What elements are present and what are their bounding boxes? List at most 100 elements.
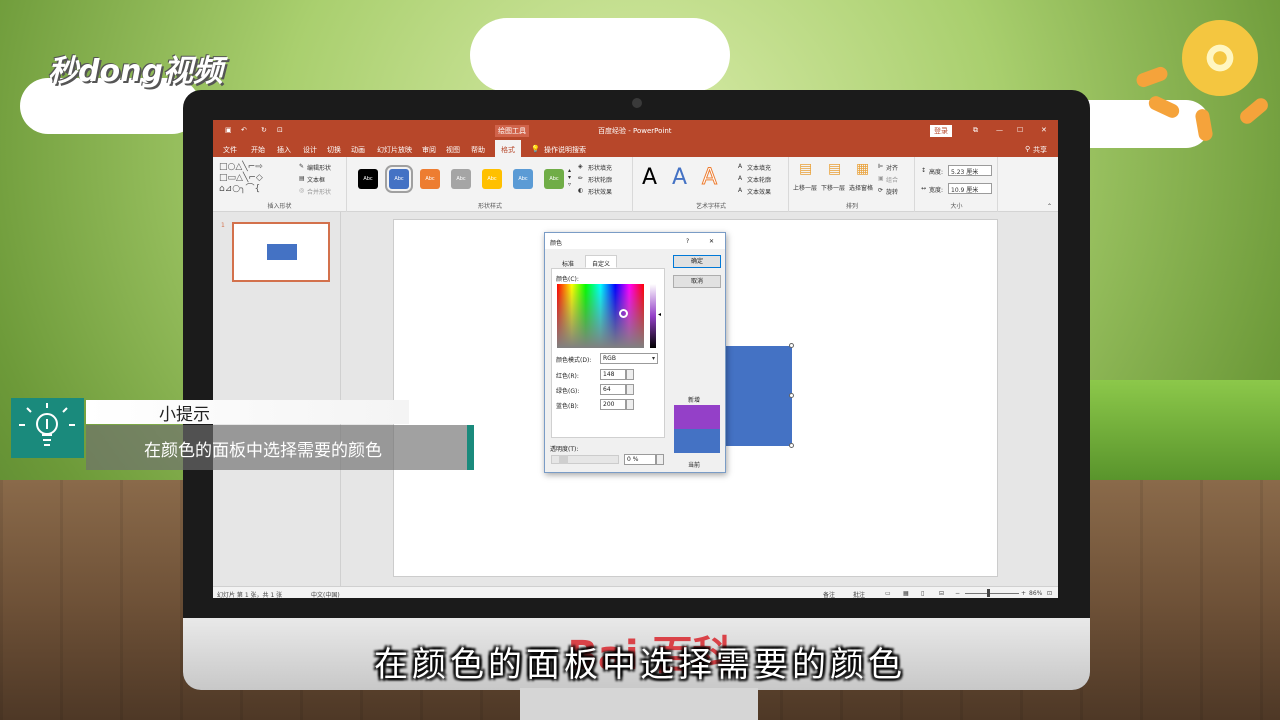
transparency-spinner[interactable] (656, 454, 664, 465)
zoom-slider[interactable] (965, 593, 1019, 594)
green-input[interactable]: 64 (600, 384, 626, 395)
merge-shapes-button[interactable]: 合并形状 (307, 187, 331, 196)
transparency-input[interactable]: 0 % (624, 454, 656, 465)
menu-animations[interactable]: 动画 (351, 145, 365, 155)
cloud-decoration (470, 18, 730, 92)
tab-standard[interactable]: 标准 (555, 255, 581, 268)
share-button[interactable]: 共享 (1033, 145, 1047, 155)
group-label: 插入形状 (267, 203, 292, 210)
shape-style-swatch[interactable]: Abc (420, 169, 440, 189)
sorter-view-icon[interactable]: ▦ (903, 590, 909, 597)
red-input[interactable]: 148 (600, 369, 626, 380)
rotate-button[interactable]: 旋转 (886, 187, 898, 196)
luminance-arrow-icon[interactable]: ◂ (658, 311, 661, 318)
menu-view[interactable]: 视图 (446, 145, 460, 155)
blue-input[interactable]: 200 (600, 399, 626, 410)
shape-outline-button[interactable]: 形状轮廓 (588, 175, 612, 184)
slide-number: 1 (221, 222, 225, 229)
group-button[interactable]: 组合 (886, 175, 898, 184)
undo-icon[interactable]: ↶ (241, 126, 247, 134)
resize-handle[interactable] (789, 443, 794, 448)
wordart-style-orange[interactable]: A (701, 165, 717, 191)
help-button[interactable]: ? (686, 238, 689, 245)
color-mode-select[interactable]: RGB (600, 353, 658, 364)
wordart-style-black[interactable]: A (642, 165, 657, 190)
gallery-scroll-icon[interactable]: ▴ ▾ ▿ (568, 167, 571, 188)
minimize-icon[interactable]: — (996, 126, 1003, 134)
ribbon-display-icon[interactable]: ⧉ (973, 126, 978, 135)
green-spinner[interactable] (626, 384, 634, 395)
normal-view-icon[interactable]: ▭ (885, 590, 891, 597)
send-backward-button[interactable]: 下移一层 (821, 183, 845, 192)
reading-view-icon[interactable]: ▯ (921, 590, 924, 597)
zoom-slider-thumb[interactable] (987, 589, 990, 597)
share-icon[interactable]: ⚲ (1025, 145, 1030, 153)
wordart-style-blue[interactable]: A (672, 165, 687, 190)
start-from-beginning-icon[interactable]: ⊡ (277, 126, 283, 134)
collapse-ribbon-icon[interactable]: ⌃ (1047, 203, 1052, 210)
menu-file[interactable]: 文件 (223, 145, 237, 155)
edit-shape-button[interactable]: 编辑形状 (307, 163, 331, 172)
selection-pane-button[interactable]: 选择窗格 (849, 183, 873, 192)
menu-home[interactable]: 开始 (251, 145, 265, 155)
notes-button[interactable]: 备注 (823, 590, 835, 598)
height-input[interactable]: 5.23 厘米 (948, 165, 992, 176)
align-button[interactable]: 对齐 (886, 163, 898, 172)
menu-insert[interactable]: 插入 (277, 145, 291, 155)
text-fill-button[interactable]: 文本填充 (747, 163, 771, 172)
transparency-slider-thumb[interactable] (559, 455, 568, 464)
shape-style-swatch[interactable]: Abc (385, 165, 413, 193)
save-icon[interactable]: ▣ (225, 126, 232, 134)
menu-help[interactable]: 帮助 (471, 145, 485, 155)
shape-style-swatch[interactable]: Abc (513, 169, 533, 189)
text-outline-button[interactable]: 文本轮廓 (747, 175, 771, 184)
color-spectrum[interactable] (557, 284, 644, 348)
tab-custom[interactable]: 自定义 (585, 255, 618, 268)
shape-fill-button[interactable]: 形状填充 (588, 163, 612, 172)
dialog-title: 颜色 (550, 240, 563, 247)
luminance-bar[interactable] (650, 284, 656, 348)
menu-transitions[interactable]: 切换 (327, 145, 341, 155)
comments-button[interactable]: 批注 (853, 590, 865, 598)
text-effects-icon: A (738, 187, 743, 194)
menu-format[interactable]: 格式 (495, 140, 521, 157)
merge-shapes-icon: ◎ (299, 187, 305, 194)
shape-gallery-icon[interactable]: □○△╲⌐⇨ □▭△╲⌐◇ ⌂⊿○╮⌒{ (219, 162, 263, 195)
chevron-down-icon[interactable]: ▾ (652, 355, 655, 362)
tip-body: 在颜色的面板中选择需要的颜色 (144, 441, 382, 461)
ribbon: □○△╲⌐⇨ □▭△╲⌐◇ ⌂⊿○╮⌒{ ✎ 编辑形状 ▤ 文本框 ◎ 合并形状 插… (213, 157, 1058, 212)
dialog-close-button[interactable]: ✕ (709, 238, 714, 245)
close-icon[interactable]: ✕ (1041, 126, 1047, 134)
shape-style-swatch[interactable]: Abc (544, 169, 564, 189)
language-indicator[interactable]: 中文(中国) (311, 590, 340, 598)
selected-rectangle-shape[interactable] (726, 346, 792, 446)
maximize-icon[interactable]: ☐ (1017, 126, 1023, 134)
zoom-in-icon[interactable]: + (1021, 590, 1026, 597)
menu-review[interactable]: 审阅 (422, 145, 436, 155)
slide-thumbnail[interactable] (232, 222, 330, 282)
resize-handle[interactable] (789, 393, 794, 398)
resize-handle[interactable] (789, 343, 794, 348)
shape-style-swatch[interactable]: Abc (482, 169, 502, 189)
blue-spinner[interactable] (626, 399, 634, 410)
shape-style-swatch[interactable]: Abc (451, 169, 471, 189)
ok-button[interactable]: 确定 (673, 255, 721, 268)
width-input[interactable]: 10.9 厘米 (948, 183, 992, 194)
slideshow-view-icon[interactable]: ⊟ (939, 590, 944, 597)
text-effects-button[interactable]: 文本效果 (747, 187, 771, 196)
zoom-out-icon[interactable]: − (955, 590, 960, 597)
cancel-button[interactable]: 取消 (673, 275, 721, 288)
menu-slideshow[interactable]: 幻灯片放映 (377, 145, 412, 155)
zoom-level[interactable]: 86% (1029, 590, 1042, 597)
fit-slide-icon[interactable]: ⊡ (1047, 590, 1052, 597)
tell-me-search[interactable]: 操作说明搜索 (544, 145, 586, 155)
color-picker-crosshair[interactable] (619, 309, 628, 318)
shape-effects-button[interactable]: 形状效果 (588, 187, 612, 196)
login-button[interactable]: 登录 (930, 125, 952, 137)
shape-style-swatch[interactable]: Abc (358, 169, 378, 189)
bring-forward-button[interactable]: 上移一层 (793, 183, 817, 192)
redo-icon[interactable]: ↻ (261, 126, 267, 134)
menu-design[interactable]: 设计 (303, 145, 317, 155)
text-box-button[interactable]: 文本框 (307, 175, 325, 184)
red-spinner[interactable] (626, 369, 634, 380)
